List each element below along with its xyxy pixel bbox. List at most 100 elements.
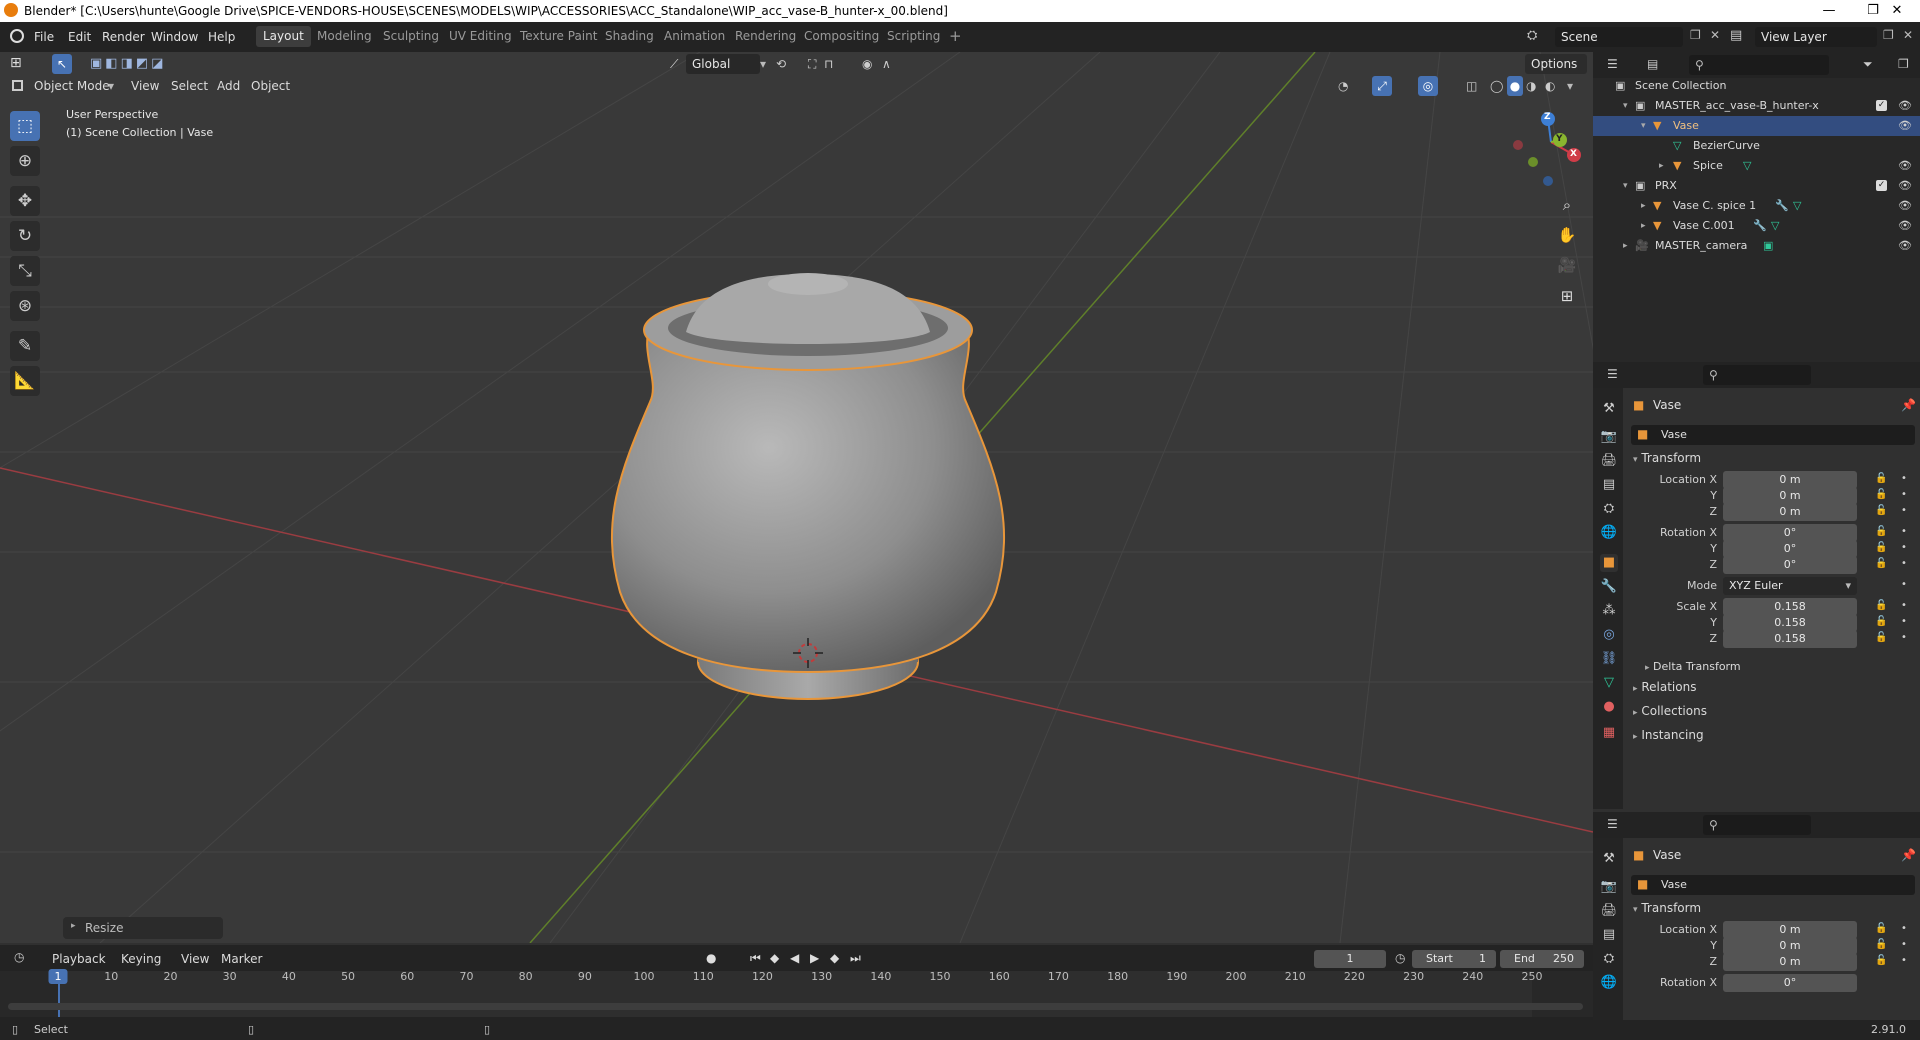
menu-select[interactable]: Select	[171, 76, 208, 96]
tab-shading[interactable]: Shading	[598, 26, 661, 47]
cursor-tool-icon[interactable]: ⊕	[10, 146, 40, 176]
eye-icon[interactable]: 👁	[1898, 196, 1912, 216]
keyframe-dot-icon[interactable]: •	[1901, 632, 1907, 643]
annotate-tool-icon[interactable]: ✎	[10, 331, 40, 361]
keyframe-dot-icon[interactable]: •	[1901, 616, 1907, 627]
pivot-point-icon[interactable]: ⟲	[776, 54, 786, 74]
tab-compositing[interactable]: Compositing	[797, 26, 886, 47]
menu-view[interactable]: View	[131, 76, 159, 96]
next-keyframe-icon[interactable]: ◆	[830, 951, 839, 965]
keyframe-dot-icon[interactable]: •	[1901, 473, 1907, 484]
start-frame-field[interactable]: Start 1	[1412, 950, 1496, 968]
data-tab-icon[interactable]: ▽	[1600, 674, 1618, 692]
expand-arrow-icon[interactable]: ▸	[1623, 236, 1628, 256]
outliner-item-master-camera[interactable]: ▸ 🎥 MASTER_camera ▣ 👁	[1593, 236, 1920, 256]
solid-shading-icon[interactable]: ●	[1507, 76, 1523, 96]
ortho-grid-icon[interactable]: ⊞	[1554, 283, 1580, 309]
lock-icon[interactable]: 🔓	[1875, 600, 1887, 611]
transform-tool-icon[interactable]: ⊛	[10, 291, 40, 321]
editor-type-icon[interactable]: ⊞	[10, 55, 22, 71]
lock-icon[interactable]: 🔓	[1875, 923, 1887, 934]
rotate-tool-icon[interactable]: ↻	[10, 221, 40, 251]
lock-icon[interactable]: 🔓	[1875, 542, 1887, 553]
keyframe-dot-icon[interactable]: •	[1901, 526, 1907, 537]
expand-arrow-icon[interactable]: ▾	[1641, 116, 1646, 136]
particles-tab-icon[interactable]: ⁂	[1600, 602, 1618, 620]
menu-edit[interactable]: Edit	[68, 30, 91, 44]
render-tab-icon[interactable]: 📷	[1600, 428, 1618, 446]
timeline-editor-icon[interactable]: ◷	[14, 950, 24, 964]
vase-object[interactable]	[610, 273, 1006, 700]
menu-marker[interactable]: Marker	[221, 949, 262, 969]
last-operator-panel[interactable]: ▸ Resize	[63, 917, 223, 939]
keyframe-dot-icon[interactable]: •	[1901, 579, 1907, 590]
outliner-item-beziercurve[interactable]: ▽ BezierCurve	[1593, 136, 1920, 156]
keyframe-dot-icon[interactable]: •	[1901, 489, 1907, 500]
clock-icon[interactable]: ◷	[1395, 951, 1405, 965]
delete-scene-icon[interactable]: ✕	[1710, 28, 1720, 42]
menu-window[interactable]: Window	[151, 30, 198, 44]
tab-uv-editing[interactable]: UV Editing	[442, 26, 519, 47]
mode-chevron-icon[interactable]: ▾	[108, 76, 114, 96]
proportional-edit-icon[interactable]: ◉	[862, 54, 872, 74]
select-box-tool-icon[interactable]: ⬚	[10, 111, 40, 141]
physics-tab-icon[interactable]: ◎	[1600, 626, 1618, 644]
view-layer-icon[interactable]: ▤	[1730, 28, 1742, 43]
expand-arrow-icon[interactable]: ▸	[1641, 216, 1646, 236]
options-dropdown[interactable]: Options	[1525, 54, 1587, 74]
outliner-item-spice[interactable]: ▸ ▼ Spice ▽ 👁	[1593, 156, 1920, 176]
outliner-item-vase[interactable]: ▾ ▼ Vase 👁	[1593, 116, 1920, 136]
scene-tab-icon[interactable]: ⛭	[1600, 950, 1618, 968]
menu-add[interactable]: Add	[217, 76, 240, 96]
eye-icon[interactable]: 👁	[1898, 116, 1912, 136]
view-layer-selector[interactable]: View Layer	[1755, 27, 1877, 47]
material-tab-icon[interactable]: ●	[1600, 698, 1618, 716]
pan-hand-icon[interactable]: ✋	[1554, 222, 1580, 248]
object-tab-icon[interactable]: ■	[1600, 554, 1618, 572]
tool-tab-icon[interactable]: ⚒	[1600, 850, 1618, 868]
rotation-z-field[interactable]: 0°	[1723, 556, 1857, 574]
outliner-item-vase-c-001[interactable]: ▸ ▼ Vase C.001 🔧 ▽ 👁	[1593, 216, 1920, 236]
camera-view-icon[interactable]: 🎥	[1554, 252, 1580, 278]
lock-icon[interactable]: 🔓	[1875, 473, 1887, 484]
xray-icon[interactable]: ◫	[1466, 76, 1477, 96]
relations-section[interactable]: ▸ Relations	[1633, 680, 1696, 694]
keyframe-dot-icon[interactable]: •	[1901, 505, 1907, 516]
rotation-x-field[interactable]: 0°	[1723, 974, 1857, 992]
world-tab-icon[interactable]: 🌐	[1600, 524, 1618, 542]
falloff-icon[interactable]: ∧	[882, 54, 891, 74]
pin-icon[interactable]: 📌	[1901, 398, 1916, 412]
properties-editor-icon[interactable]: ☰	[1607, 367, 1618, 381]
view-layer-tab-icon[interactable]: ▤	[1600, 926, 1618, 944]
tab-texture-paint[interactable]: Texture Paint	[513, 26, 604, 47]
delete-view-layer-icon[interactable]: ✕	[1903, 28, 1913, 42]
tab-layout[interactable]: Layout	[256, 26, 311, 47]
tab-scripting[interactable]: Scripting	[880, 26, 947, 47]
wireframe-shading-icon[interactable]: ◯	[1490, 76, 1503, 96]
zoom-icon[interactable]: ⌕	[1554, 192, 1580, 218]
expand-arrow-icon[interactable]: ▸	[1659, 156, 1664, 176]
tab-modeling[interactable]: Modeling	[310, 26, 379, 47]
scene-tab-icon[interactable]: ⛭	[1600, 500, 1618, 518]
pin-icon[interactable]: 📌	[1901, 848, 1916, 862]
keyframe-dot-icon[interactable]: •	[1901, 542, 1907, 553]
collections-section[interactable]: ▸ Collections	[1633, 704, 1707, 718]
outliner-item-vase-c-spice-1[interactable]: ▸ ▼ Vase C. spice 1 🔧 ▽ 👁	[1593, 196, 1920, 216]
transform-section-header[interactable]: ▾ Transform	[1633, 901, 1701, 915]
add-workspace-button[interactable]: +	[942, 26, 969, 47]
selection-mode-icons[interactable]: ▣◧◨◩◪	[90, 56, 166, 71]
instancing-section[interactable]: ▸ Instancing	[1633, 728, 1704, 742]
eye-icon[interactable]: 👁	[1898, 216, 1912, 236]
lock-icon[interactable]: 🔓	[1875, 558, 1887, 569]
transform-orientation-select[interactable]: Global	[686, 54, 760, 74]
outliner-item-prx[interactable]: ▾ ▣ PRX ✓ 👁	[1593, 176, 1920, 196]
lock-icon[interactable]: 🔓	[1875, 489, 1887, 500]
scene-selector[interactable]: Scene	[1555, 27, 1683, 47]
world-tab-icon[interactable]: 🌐	[1600, 974, 1618, 992]
blender-menu-icon[interactable]	[10, 29, 24, 43]
object-mode-select[interactable]: Object Mode	[34, 76, 110, 96]
3d-viewport[interactable]: Z Y X ⊞ ↖ ▣◧◨◩◪ ⟋ Global ▾ ⟲ ⛶ ⊓ ◉ ∧ Opt…	[0, 52, 1593, 943]
current-frame-field[interactable]: 1	[1314, 950, 1386, 968]
outliner-item-master-collection[interactable]: ▾ ▣ MASTER_acc_vase-B_hunter-x ✓ 👁	[1593, 96, 1920, 116]
play-icon[interactable]: ▶	[810, 951, 819, 965]
